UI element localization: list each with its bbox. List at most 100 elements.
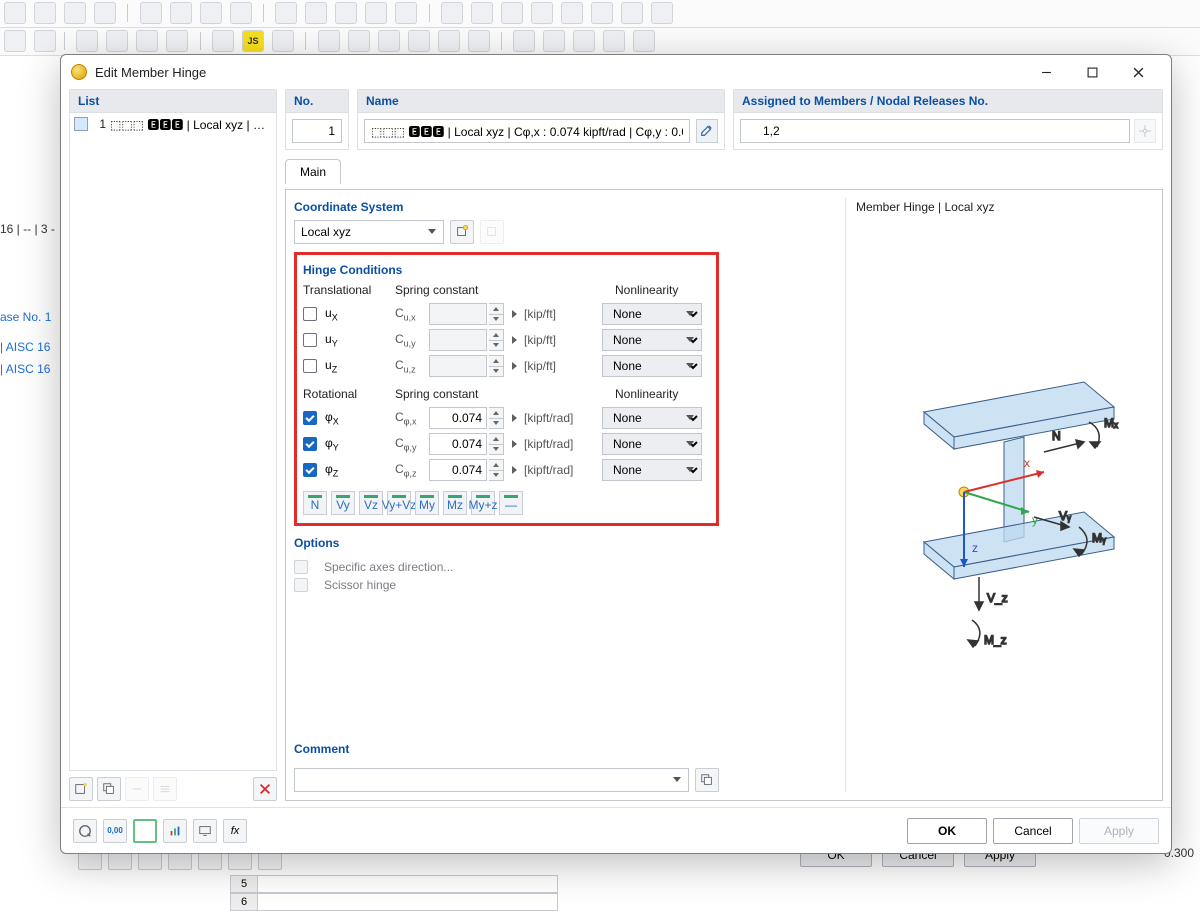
row-uz: uZ Cu,z [kip/ft] None	[303, 353, 710, 379]
input-ux	[429, 303, 487, 325]
preset-vy[interactable]: Vy	[331, 491, 355, 515]
close-button[interactable]	[1115, 57, 1161, 87]
tabs: Main	[285, 158, 1163, 183]
nl-phix[interactable]: None	[602, 407, 702, 429]
svg-text:Vᵧ: Vᵧ	[1059, 509, 1071, 523]
edit-name-button[interactable]	[696, 119, 718, 143]
svg-text:N: N	[1052, 429, 1061, 443]
pick-members-button[interactable]	[1134, 119, 1156, 143]
nl-phiz[interactable]: None	[602, 459, 702, 481]
tab-main[interactable]: Main	[285, 159, 341, 184]
list-item[interactable]: 1 ⬚⬚⬚ 🅴🅴🅴 | Local xyz | Cφ,x : 0.	[70, 113, 276, 135]
unit-uz: [kip/ft]	[524, 359, 596, 373]
uz-up[interactable]	[489, 356, 503, 366]
preset-vyvz[interactable]: Vy+Vz	[387, 491, 411, 515]
comment-lib-button[interactable]	[695, 768, 719, 792]
nl-uy[interactable]: None	[602, 329, 702, 351]
cu-y-label: Cu,y	[395, 332, 429, 348]
edit-member-hinge-dialog: Edit Member Hinge List 1 ⬚⬚⬚ 🅴🅴🅴 | Local…	[60, 54, 1172, 854]
uy-up[interactable]	[489, 330, 503, 340]
cu-x-label: Cu,x	[395, 306, 429, 322]
bg-rowhdr-6: 6	[230, 893, 258, 911]
copy-item-button[interactable]	[97, 777, 121, 801]
input-phiy[interactable]	[429, 433, 487, 455]
phix-dn[interactable]	[489, 418, 503, 429]
chk-ux[interactable]	[303, 307, 317, 321]
phiz-dn[interactable]	[489, 470, 503, 481]
coord-system-select[interactable]: Local xyz	[294, 220, 444, 244]
chk-phiz[interactable]	[303, 463, 317, 477]
rot-header: Rotational	[303, 387, 395, 401]
uz-go[interactable]	[508, 355, 520, 377]
preset-mz[interactable]: Mz	[443, 491, 467, 515]
list-item-label: ⬚⬚⬚ 🅴🅴🅴 | Local xyz | Cφ,x : 0.	[110, 116, 272, 133]
input-uy	[429, 329, 487, 351]
nl-uz[interactable]: None	[602, 355, 702, 377]
nl-ux[interactable]: None	[602, 303, 702, 325]
unit-uy: [kip/ft]	[524, 333, 596, 347]
phiz-go[interactable]	[508, 459, 520, 481]
phiy-go[interactable]	[508, 433, 520, 455]
input-phiz[interactable]	[429, 459, 487, 481]
chart-button[interactable]	[163, 819, 187, 843]
input-phix[interactable]	[429, 407, 487, 429]
bg-rowhdr-5: 5	[230, 875, 258, 893]
ux-go[interactable]	[508, 303, 520, 325]
cu-z-label: Cu,z	[395, 358, 429, 374]
uz-dn[interactable]	[489, 366, 503, 377]
spin-ux	[429, 303, 520, 325]
preset-my[interactable]: My	[415, 491, 439, 515]
new-item-button[interactable]	[69, 777, 93, 801]
chk-uy[interactable]	[303, 333, 317, 347]
ok-button[interactable]: OK	[907, 818, 987, 844]
new-coord-button[interactable]	[450, 220, 474, 244]
row-phiz: φZ Cφ,z [kipft/rad] None	[303, 457, 710, 483]
phix-go[interactable]	[508, 407, 520, 429]
opt-scissor: Scissor hinge	[294, 578, 719, 592]
row-phix: φX Cφ,x [kipft/rad] None	[303, 405, 710, 431]
preset-vz[interactable]: Vz	[359, 491, 383, 515]
bg-left-link-3: | AISC 16	[0, 362, 50, 376]
phiz-up[interactable]	[489, 460, 503, 470]
fx-button[interactable]: fx	[223, 819, 247, 843]
nl-header-1: Nonlinearity	[615, 283, 710, 297]
row-phiy: φY Cφ,y [kipft/rad] None	[303, 431, 710, 457]
units-button[interactable]: 0,00	[103, 819, 127, 843]
phix-up[interactable]	[489, 408, 503, 418]
preset-clear[interactable]: —	[499, 491, 523, 515]
spring-header-2: Spring constant	[395, 387, 615, 401]
color-button[interactable]	[133, 819, 157, 843]
hinge-preset-row: N Vy Vz Vy+Vz My Mz My+z —	[303, 491, 710, 515]
help-button[interactable]	[73, 819, 97, 843]
screen-button[interactable]	[193, 819, 217, 843]
comment-select[interactable]	[294, 768, 689, 792]
maximize-button[interactable]	[1069, 57, 1115, 87]
list-item-color-icon	[74, 117, 88, 131]
list-toolbar	[69, 777, 277, 801]
chk-phiy[interactable]	[303, 437, 317, 451]
ux-up[interactable]	[489, 304, 503, 314]
options-title: Options	[294, 534, 719, 556]
hinge-no-input[interactable]	[292, 119, 342, 143]
assigned-members-input[interactable]	[740, 119, 1130, 143]
uy-dn[interactable]	[489, 340, 503, 351]
hinge-name-input[interactable]	[364, 119, 690, 143]
preset-myz[interactable]: My+z	[471, 491, 495, 515]
app-icon	[71, 64, 87, 80]
chk-uz[interactable]	[303, 359, 317, 373]
delete-item-button[interactable]	[253, 777, 277, 801]
trans-header: Translational	[303, 283, 395, 297]
dialog-footer: 0,00 fx OK Cancel Apply	[61, 807, 1171, 853]
chk-phix[interactable]	[303, 411, 317, 425]
phiy-dn[interactable]	[489, 444, 503, 455]
nl-phiy[interactable]: None	[602, 433, 702, 455]
cancel-button[interactable]: Cancel	[993, 818, 1073, 844]
phiy-up[interactable]	[489, 434, 503, 444]
uy-go[interactable]	[508, 329, 520, 351]
list-header: List	[69, 89, 277, 112]
ux-dn[interactable]	[489, 314, 503, 325]
label-uy: uY	[325, 332, 395, 348]
minimize-button[interactable]	[1023, 57, 1069, 87]
bg-left-link-2: | AISC 16	[0, 340, 50, 354]
preset-n[interactable]: N	[303, 491, 327, 515]
